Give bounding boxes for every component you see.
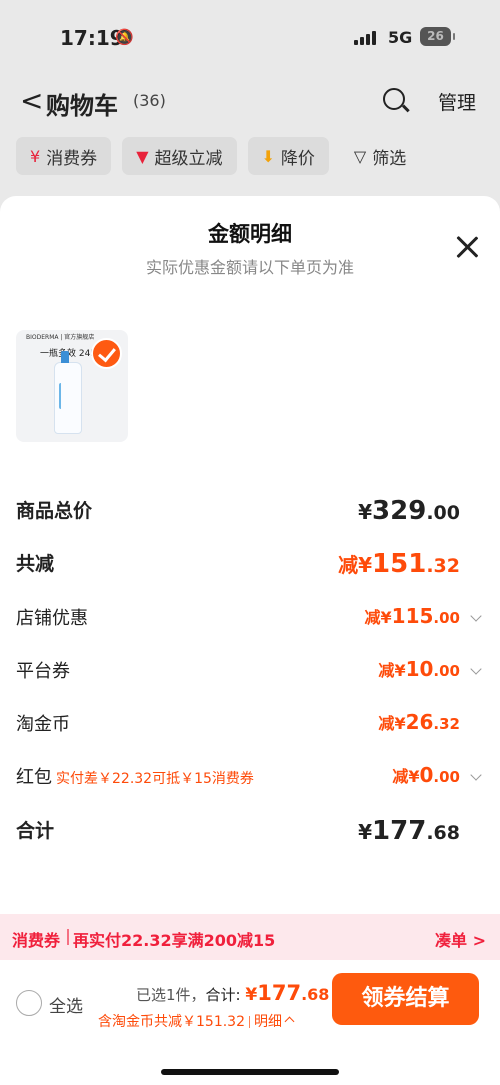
price-drop-icon: ⬇: [261, 146, 275, 166]
checkout-footer: 全选 已选1件，合计: ¥177.68 含淘金币共减￥151.32 明细 领券结算: [0, 960, 500, 1085]
product-brand-text: BIODERMA | 官方旗舰店: [26, 334, 95, 341]
filter-label: 降价: [280, 148, 315, 169]
chevron-down-icon: [470, 663, 482, 675]
promo-divider: [67, 929, 69, 945]
row-platform-coupon[interactable]: 平台券 减¥10.00: [16, 657, 484, 691]
row-value: 减¥151.32: [338, 549, 460, 579]
signal-icon: [354, 29, 376, 45]
selected-summary: 已选1件，合计: ¥177.68: [136, 981, 330, 1005]
back-button[interactable]: <: [20, 84, 43, 117]
row-value: 减¥115.00: [364, 604, 460, 628]
selected-check-icon[interactable]: [91, 338, 122, 369]
row-shop-discount[interactable]: 店铺优惠 减¥115.00: [16, 604, 484, 638]
status-bar: 17:19 🔕 5G 26: [0, 0, 500, 76]
row-label: 淘金币: [16, 714, 70, 735]
funnel-icon: ▽: [353, 146, 367, 166]
amount-detail-sheet: 金额明细 实际优惠金额请以下单页为准 BIODERMA | 官方旗舰店 一瓶多效…: [0, 196, 500, 1085]
search-icon[interactable]: [383, 88, 405, 110]
row-value: 减¥10.00: [378, 657, 460, 681]
promo-text: 再实付22.32享满200减15: [73, 931, 276, 950]
row-subtotal: 商品总价 ¥329.00: [16, 496, 484, 530]
chevron-up-icon: [284, 1016, 295, 1027]
filter-label: 筛选: [372, 148, 407, 169]
select-all-label[interactable]: 全选: [49, 992, 83, 1017]
row-taobao-coins: 淘金币 减¥26.32: [16, 710, 484, 744]
row-label: 合计: [16, 820, 55, 842]
arrow-down-icon: ▼: [136, 146, 149, 166]
row-red-packet[interactable]: 红包 实付差￥22.32可抵￥15消费券 减¥0.00: [16, 763, 484, 797]
sheet-title: 金额明细: [208, 222, 292, 246]
filter-label: 超级立减: [154, 148, 223, 169]
row-label: 平台券: [16, 661, 70, 682]
row-total-discount: 共减 减¥151.32: [16, 549, 484, 583]
battery-icon: 26: [420, 27, 455, 46]
row-label: 红包 实付差￥22.32可抵￥15消费券: [16, 767, 254, 788]
nav-bar: < 购物车 (36) 管理: [0, 76, 500, 126]
filter-coupon[interactable]: ¥ 消费券: [16, 137, 112, 175]
checkout-button[interactable]: 领券结算: [332, 973, 479, 1025]
page-title: 购物车: [46, 92, 118, 120]
row-value: ¥329.00: [358, 496, 460, 526]
network-type: 5G: [388, 28, 413, 47]
promo-tag: 消费券: [12, 931, 61, 950]
row-label: 共减: [16, 553, 55, 575]
row-value: 减¥26.32: [378, 710, 460, 734]
mute-bell-icon: 🔕: [115, 28, 134, 46]
coupon-promo-bar[interactable]: 消费券 再实付22.32享满200减15 凑单 >: [0, 914, 500, 960]
chevron-down-icon: [470, 610, 482, 622]
filter-bar: ¥ 消费券 ▼ 超级立减 ⬇ 降价 ▽ 筛选: [16, 137, 420, 175]
home-indicator: [161, 1069, 339, 1075]
manage-button[interactable]: 管理: [438, 88, 476, 115]
row-value: ¥177.68: [358, 816, 460, 846]
row-total: 合计 ¥177.68: [16, 816, 484, 850]
filter-label: 消费券: [46, 148, 98, 169]
filter-super-discount[interactable]: ▼ 超级立减: [122, 137, 237, 175]
footer-total: ¥177.68: [245, 981, 330, 1005]
filter-button[interactable]: ▽ 筛选: [340, 137, 420, 175]
filter-price-drop[interactable]: ⬇ 降价: [247, 137, 329, 175]
add-items-link[interactable]: 凑单 >: [435, 927, 486, 951]
coupon-icon: ¥: [30, 146, 41, 166]
product-bottle-image: [54, 351, 82, 434]
row-label: 商品总价: [16, 500, 93, 522]
sheet-subtitle: 实际优惠金额请以下单页为准: [145, 258, 354, 277]
close-icon[interactable]: [454, 234, 480, 260]
chevron-down-icon: [470, 769, 482, 781]
row-value: 减¥0.00: [392, 763, 460, 787]
red-packet-note: 实付差￥22.32可抵￥15消费券: [56, 771, 254, 787]
row-label: 店铺优惠: [16, 608, 88, 629]
discount-summary[interactable]: 含淘金币共减￥151.32 明细: [98, 1011, 295, 1031]
select-all-radio[interactable]: [16, 990, 42, 1016]
cart-count: (36): [133, 91, 166, 110]
